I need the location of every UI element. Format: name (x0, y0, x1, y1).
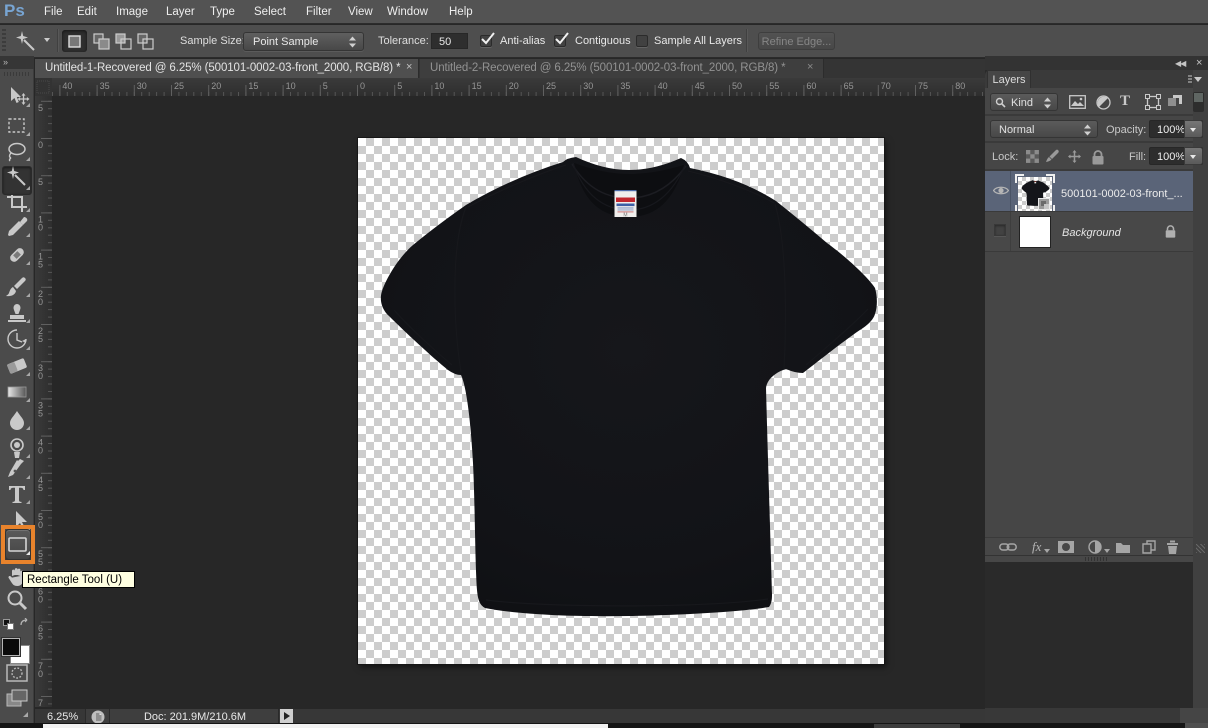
svg-text:25: 25 (38, 326, 43, 344)
svg-text:5: 5 (397, 81, 402, 91)
svg-text:65: 65 (38, 624, 43, 642)
svg-text:70: 70 (881, 81, 891, 91)
svg-text:M: M (623, 212, 627, 218)
svg-text:10: 10 (38, 214, 43, 232)
svg-text:15: 15 (38, 252, 43, 270)
svg-text:35: 35 (38, 400, 43, 418)
svg-text:25: 25 (546, 81, 556, 91)
svg-text:40: 40 (38, 438, 43, 456)
svg-text:20: 20 (38, 289, 43, 307)
svg-text:20: 20 (509, 81, 519, 91)
svg-text:40: 40 (62, 81, 72, 91)
svg-text:5: 5 (323, 81, 328, 91)
svg-text:45: 45 (695, 81, 705, 91)
svg-text:60: 60 (38, 586, 43, 604)
svg-text:50: 50 (38, 512, 43, 530)
svg-text:15: 15 (472, 81, 482, 91)
svg-text:75: 75 (918, 81, 928, 91)
svg-text:15: 15 (248, 81, 258, 91)
svg-text:65: 65 (844, 81, 854, 91)
svg-text:0: 0 (38, 140, 43, 150)
svg-text:50: 50 (732, 81, 742, 91)
svg-text:35: 35 (620, 81, 630, 91)
svg-text:30: 30 (583, 81, 593, 91)
svg-text:80: 80 (955, 81, 965, 91)
svg-text:10: 10 (434, 81, 444, 91)
svg-text:55: 55 (769, 81, 779, 91)
svg-text:30: 30 (137, 81, 147, 91)
svg-text:40: 40 (658, 81, 668, 91)
svg-text:30: 30 (38, 363, 43, 381)
svg-text:35: 35 (100, 81, 110, 91)
svg-text:10: 10 (286, 81, 296, 91)
svg-text:25: 25 (174, 81, 184, 91)
svg-text:5: 5 (38, 177, 43, 187)
svg-text:45: 45 (38, 475, 43, 493)
svg-text:5: 5 (38, 103, 43, 113)
svg-text:0: 0 (360, 81, 365, 91)
svg-text:55: 55 (38, 549, 43, 567)
svg-text:75: 75 (38, 698, 43, 707)
svg-text:20: 20 (211, 81, 221, 91)
svg-text:70: 70 (38, 661, 43, 679)
svg-text:60: 60 (806, 81, 816, 91)
